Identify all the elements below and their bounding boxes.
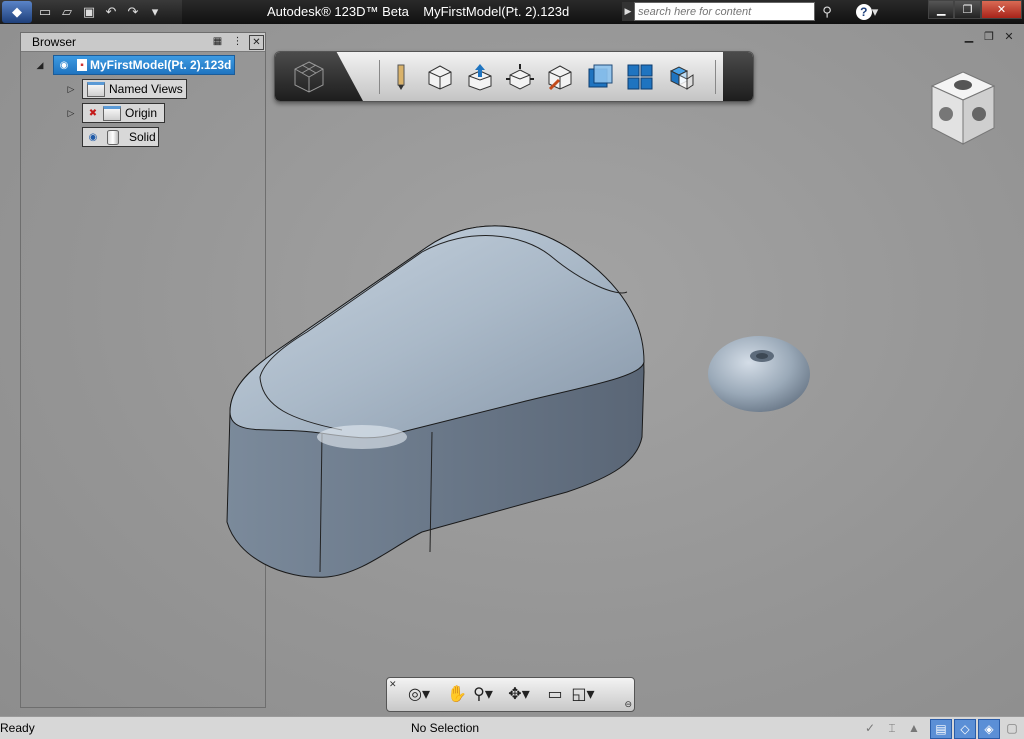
fullscreen-icon[interactable]: ▢	[1002, 719, 1022, 737]
primitives-icon[interactable]	[425, 62, 455, 92]
doc-minimize-icon[interactable]: ▁	[962, 30, 976, 43]
grid-icon[interactable]	[625, 62, 655, 92]
browser-title: Browser	[32, 35, 77, 49]
browser-close-icon[interactable]: ✕	[249, 35, 264, 50]
doc-restore-icon[interactable]: ❐	[982, 30, 996, 43]
status-bar: Ready No Selection ✓ ⌶ ▲ ▤ ◇ ◈ ▢	[0, 716, 1024, 739]
status-text: Ready	[0, 721, 35, 735]
expand-icon[interactable]: ▷	[66, 84, 76, 94]
binoculars-icon[interactable]: ⚲	[816, 2, 838, 22]
lock-icon[interactable]: ▲	[904, 719, 924, 737]
dimension-icon[interactable]: ⌶	[882, 719, 902, 737]
browser-item-label: Named Views	[109, 82, 183, 96]
window-title: Autodesk® 123D™ Beta MyFirstModel(Pt. 2)…	[267, 4, 570, 19]
new-icon[interactable]: ▭	[36, 3, 54, 21]
browser-header: Browser ▦ ⋮ ✕	[21, 33, 265, 52]
solid-body-icon	[107, 129, 119, 145]
construct-icon[interactable]	[465, 62, 495, 92]
search-expand-icon[interactable]: ▶	[622, 2, 634, 21]
save-icon[interactable]: ▣	[80, 3, 98, 21]
torus-body[interactable]	[706, 334, 814, 417]
pan-icon[interactable]: ✋	[445, 683, 469, 705]
view-cube-icon[interactable]: ◱▾	[571, 683, 595, 705]
minimize-button[interactable]: ▁	[928, 0, 955, 19]
orbit-icon[interactable]: ◎▾	[407, 683, 431, 705]
undo-icon[interactable]: ↶	[102, 3, 120, 21]
document-icon: ▪	[77, 59, 87, 71]
modify-icon[interactable]	[505, 62, 535, 92]
navbar-close-icon[interactable]: ✕	[389, 679, 397, 690]
fit-icon[interactable]: ▭	[543, 683, 567, 705]
visibility-eye-icon[interactable]: ◉	[86, 131, 100, 143]
doc-close-icon[interactable]: ✕	[1002, 30, 1016, 43]
steering-icon[interactable]: ✥▾	[507, 683, 531, 705]
browser-item-label: Origin	[125, 106, 158, 120]
browser-options-icon[interactable]: ▦	[211, 35, 224, 48]
customize-icon[interactable]: ▾	[146, 3, 164, 21]
app-logo-icon[interactable]	[275, 52, 363, 101]
navigation-bar: ✕ ◎▾ ✋ ⚲▾ ✥▾ ▭ ◱▾ ⊖	[386, 677, 635, 712]
window-controls: ▁ ❐ ✕	[928, 0, 1022, 19]
open-icon[interactable]: ▱	[58, 3, 76, 21]
folder-icon	[103, 105, 121, 121]
browser-pin-icon[interactable]: ⋮	[231, 35, 244, 48]
title-bar: ◆ ▭ ▱ ▣ ↶ ↷ ▾ Autodesk® 123D™ Beta MyFir…	[0, 0, 1024, 24]
main-toolbar	[274, 51, 754, 102]
browser-root-label: MyFirstModel(Pt. 2).123d	[90, 58, 232, 72]
snap-icon[interactable]: ✓	[860, 719, 880, 737]
browser-item-origin[interactable]: ✖ Origin	[82, 103, 165, 123]
search-input[interactable]	[634, 2, 815, 21]
view-mode-icon[interactable]	[585, 62, 615, 92]
box-icon[interactable]	[665, 62, 695, 92]
close-button[interactable]: ✕	[980, 0, 1022, 19]
display-mode-icon[interactable]: ▤	[930, 719, 952, 739]
browser-item-label: Solid	[129, 130, 156, 144]
redo-icon[interactable]: ↷	[124, 3, 142, 21]
app-menu-icon[interactable]: ◆	[2, 1, 32, 23]
browser-root-node[interactable]: ◉ ▪ MyFirstModel(Pt. 2).123d	[53, 55, 235, 75]
toolbar-end-cap	[723, 52, 753, 101]
navbar-options-icon[interactable]: ⊖	[624, 699, 632, 710]
folder-icon	[87, 81, 105, 97]
model-body[interactable]	[222, 222, 652, 585]
browser-item-solid[interactable]: ◉ Solid	[82, 127, 159, 147]
sketch-icon[interactable]	[386, 62, 416, 92]
selection-status: No Selection	[411, 721, 480, 735]
restore-button[interactable]: ❐	[954, 0, 981, 19]
collapse-icon[interactable]: ◢	[35, 60, 45, 70]
browser-item-named-views[interactable]: Named Views	[82, 79, 187, 99]
quick-access-toolbar: ◆ ▭ ▱ ▣ ↶ ↷ ▾	[0, 0, 182, 24]
help-icon[interactable]: ? ▾	[852, 2, 882, 22]
zoom-icon[interactable]: ⚲▾	[471, 683, 495, 705]
inspect-icon[interactable]	[545, 62, 575, 92]
visibility-eye-icon[interactable]: ◉	[57, 59, 71, 71]
grid-display-icon[interactable]: ◇	[954, 719, 976, 739]
hidden-eye-icon[interactable]: ✖	[86, 107, 100, 119]
visibility-icon[interactable]: ◈	[978, 719, 1000, 739]
view-cube[interactable]	[928, 70, 998, 146]
expand-icon[interactable]: ▷	[66, 108, 76, 118]
